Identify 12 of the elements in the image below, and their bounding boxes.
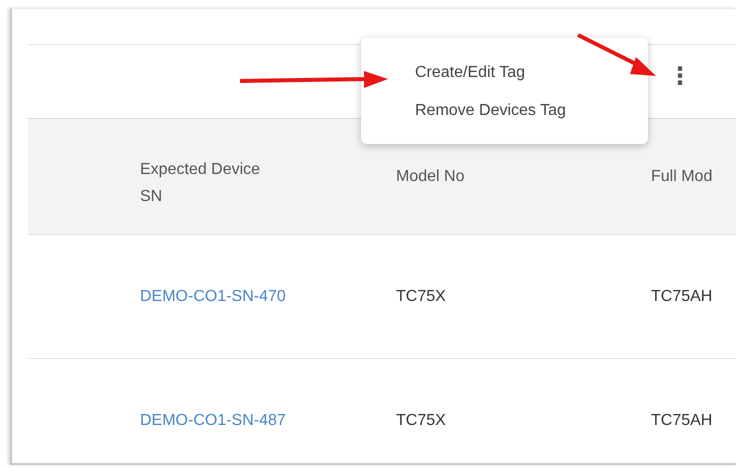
serial-link[interactable]: DEMO-CO1-SN-487	[140, 412, 286, 428]
table-cell: TC75X	[396, 412, 446, 428]
table-cell: TC75AH	[651, 288, 712, 304]
table-cell: TC75AH	[651, 412, 712, 428]
serial-link[interactable]: DEMO-CO1-SN-470	[140, 288, 286, 304]
menu-item[interactable]: Remove Devices Tag	[361, 96, 648, 126]
column-header: Full Mod	[651, 168, 712, 185]
column-header: Expected Device SN	[140, 160, 262, 206]
menu-item[interactable]: Create/Edit Tag	[361, 58, 648, 88]
table-cell: TC75X	[396, 288, 446, 304]
column-header: Model No	[396, 168, 464, 185]
more-options-button[interactable]: ⋮	[668, 64, 692, 88]
